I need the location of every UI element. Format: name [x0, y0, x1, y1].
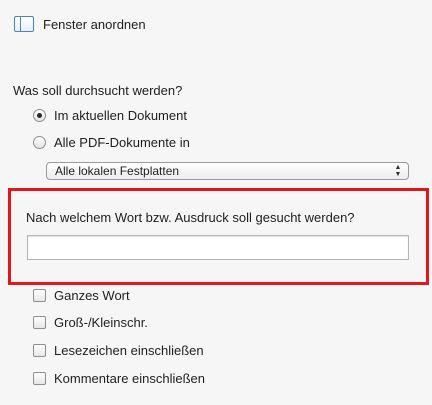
location-popup-value: Alle lokalen Festplatten — [55, 164, 180, 178]
radio-current-document[interactable]: Im aktuellen Dokument — [33, 108, 187, 123]
option-include-bookmarks-label: Lesezeichen einschließen — [54, 343, 204, 358]
option-include-bookmarks[interactable]: Lesezeichen einschließen — [33, 343, 204, 358]
radio-button[interactable] — [33, 136, 46, 149]
search-scope-title: Was soll durchsucht werden? — [13, 83, 183, 98]
option-include-comments[interactable]: Kommentare einschließen — [33, 371, 205, 386]
search-term-input[interactable] — [27, 235, 409, 260]
popup-arrows-icon: ▲ ▼ — [394, 164, 402, 178]
search-term-question: Nach welchem Wort bzw. Ausdruck soll ges… — [26, 210, 355, 225]
arrange-windows-label: Fenster anordnen — [43, 16, 146, 32]
window-layout-icon — [14, 16, 34, 32]
option-include-comments-label: Kommentare einschließen — [54, 371, 206, 386]
arrange-windows-button[interactable]: Fenster anordnen — [14, 16, 146, 32]
option-whole-word-label: Ganzes Wort — [54, 288, 130, 303]
radio-all-pdf-documents[interactable]: Alle PDF-Dokumente in — [33, 135, 190, 150]
checkbox[interactable] — [33, 289, 46, 302]
checkbox[interactable] — [33, 372, 46, 385]
radio-current-document-label: Im aktuellen Dokument — [54, 108, 187, 123]
option-case-sensitive[interactable]: Groß-/Kleinschr. — [33, 315, 148, 330]
checkbox[interactable] — [33, 344, 46, 357]
option-case-sensitive-label: Groß-/Kleinschr. — [54, 315, 148, 330]
checkbox[interactable] — [33, 316, 46, 329]
option-whole-word[interactable]: Ganzes Wort — [33, 288, 130, 303]
radio-button-selected[interactable] — [33, 109, 46, 122]
radio-all-pdf-documents-label: Alle PDF-Dokumente in — [54, 135, 190, 150]
location-popup-select[interactable]: Alle lokalen Festplatten ▲ ▼ — [46, 162, 409, 180]
